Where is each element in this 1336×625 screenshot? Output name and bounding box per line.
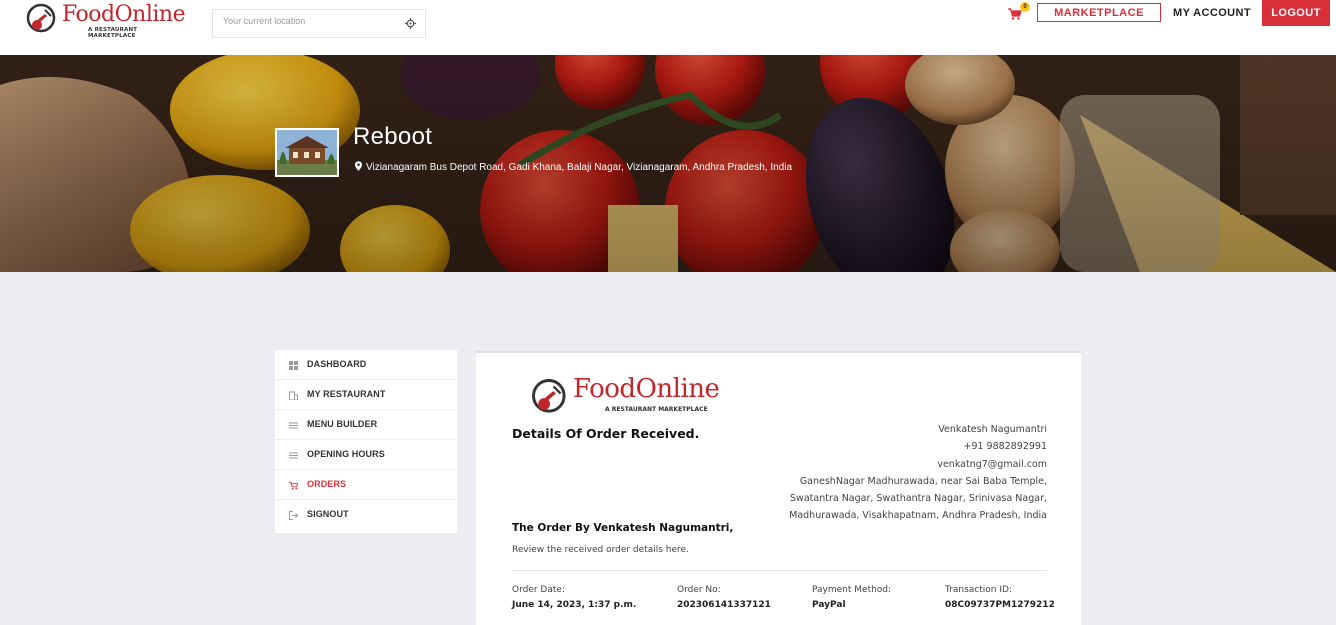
transaction-id: Transaction ID: 08C09737PM1279212 — [945, 585, 1055, 610]
top-header: FoodOnline A RESTAURANT MARKETPLACE 0 MA… — [0, 0, 1336, 55]
location-input[interactable] — [223, 16, 393, 26]
transaction-id-value: 08C09737PM1279212 — [945, 600, 1055, 610]
sidebar-item-label: MENU BUILDER — [307, 419, 378, 429]
customer-email: venkatng7@gmail.com — [937, 458, 1047, 470]
logout-button[interactable]: LOGOUT — [1262, 0, 1330, 26]
customer-address-line: Swatantra Nagar, Swathantra Nagar, Srini… — [790, 493, 1047, 505]
site-logo[interactable]: FoodOnline A RESTAURANT MARKETPLACE — [25, 2, 186, 39]
order-details-panel: FoodOnline A RESTAURANT MARKETPLACE Deta… — [476, 351, 1081, 625]
logo-icon — [532, 379, 566, 413]
grid-icon — [289, 361, 298, 370]
sidebar-item-label: SIGNOUT — [307, 509, 349, 519]
sidebar-item-signout[interactable]: SIGNOUT — [275, 500, 457, 530]
customer-name: Venkatesh Nagumantri — [938, 424, 1047, 435]
sidebar-item-dashboard[interactable]: DASHBOARD — [275, 350, 457, 380]
order-by-heading: The Order By Venkatesh Nagumantri, — [512, 522, 734, 534]
sidebar-item-label: MY RESTAURANT — [307, 389, 386, 399]
location-pin-icon — [355, 161, 362, 171]
sidebar-item-label: OPENING HOURS — [307, 449, 385, 459]
sidebar-item-label: DASHBOARD — [307, 359, 367, 369]
cart-button[interactable]: 0 — [1008, 2, 1030, 21]
vendor-sidebar: DASHBOARD MY RESTAURANT MENU BUILDER OPE… — [275, 350, 457, 533]
signout-icon — [289, 511, 298, 520]
order-date-value: June 14, 2023, 1:37 p.m. — [512, 600, 637, 610]
order-number: Order No: 202306141337121 — [677, 585, 771, 610]
restaurant-image — [275, 128, 339, 177]
payment-method: Payment Method: PayPal — [812, 585, 891, 610]
customer-address-line: GaneshNagar Madhurawada, near Sai Baba T… — [799, 475, 1047, 487]
order-number-label: Order No: — [677, 585, 721, 595]
customer-address-line: Madhurawada, Visakhapatnam, Andhra Prade… — [789, 510, 1047, 522]
building-icon — [289, 391, 298, 400]
order-date-label: Order Date: — [512, 585, 565, 595]
brand-name: FoodOnline — [62, 2, 186, 27]
crosshair-icon[interactable] — [405, 18, 416, 29]
transaction-id-label: Transaction ID: — [945, 585, 1012, 595]
cart-icon — [289, 481, 298, 490]
review-text: Review the received order details here. — [512, 545, 689, 555]
my-account-link[interactable]: MY ACCOUNT — [1170, 5, 1254, 21]
customer-info: Venkatesh Nagumantri +91 9882892991 venk… — [747, 421, 1047, 525]
divider — [512, 570, 1047, 571]
brand-tagline: A RESTAURANT MARKETPLACE — [605, 406, 708, 413]
order-number-value: 202306141337121 — [677, 600, 771, 610]
location-search — [212, 9, 426, 38]
payment-method-value: PayPal — [812, 600, 846, 610]
order-logo: FoodOnline A RESTAURANT MARKETPLACE — [530, 374, 720, 417]
list-icon — [289, 422, 298, 429]
sidebar-item-orders[interactable]: ORDERS — [275, 470, 457, 500]
cart-count-badge: 0 — [1020, 2, 1030, 12]
sidebar-item-menu-builder[interactable]: MENU BUILDER — [275, 410, 457, 440]
customer-phone: +91 9882892991 — [963, 441, 1047, 453]
logo-icon — [26, 3, 56, 33]
order-title: Details Of Order Received. — [512, 426, 700, 441]
payment-method-label: Payment Method: — [812, 585, 892, 595]
brand-tagline: A RESTAURANT MARKETPLACE — [88, 27, 138, 39]
restaurant-address-text: Vizianagaram Bus Depot Road, Gadi Khana,… — [366, 162, 793, 173]
sidebar-item-label: ORDERS — [307, 479, 347, 489]
brand-name: FoodOnline — [573, 374, 720, 404]
restaurant-address: Vizianagaram Bus Depot Road, Gadi Khana,… — [355, 161, 792, 173]
sidebar-item-my-restaurant[interactable]: MY RESTAURANT — [275, 380, 457, 410]
restaurant-name: Reboot — [353, 123, 433, 150]
sidebar-item-opening-hours[interactable]: OPENING HOURS — [275, 440, 457, 470]
restaurant-banner: Reboot Vizianagaram Bus Depot Road, Gadi… — [0, 55, 1336, 272]
marketplace-button[interactable]: MARKETPLACE — [1037, 3, 1161, 22]
list-icon — [289, 452, 298, 459]
order-date: Order Date: June 14, 2023, 1:37 p.m. — [512, 585, 636, 610]
